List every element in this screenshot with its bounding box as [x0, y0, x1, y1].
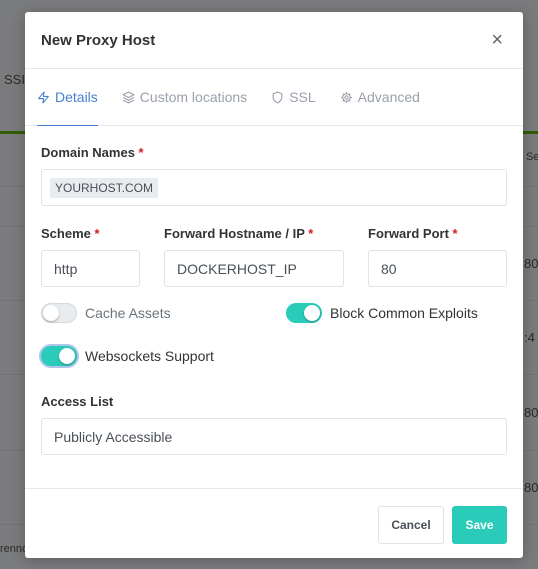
cache-assets-toggle[interactable]	[41, 303, 77, 323]
tab-custom-locations[interactable]: Custom locations	[122, 69, 247, 126]
access-list-label: Access List	[41, 394, 114, 409]
tab-label: Details	[55, 89, 98, 105]
websockets-toggle[interactable]	[41, 346, 77, 366]
required-mark: *	[452, 226, 458, 241]
required-mark: *	[308, 226, 314, 241]
tab-ssl[interactable]: SSL	[271, 69, 316, 126]
tab-advanced[interactable]: Advanced	[340, 69, 420, 126]
lightning-icon	[38, 91, 49, 103]
scheme-label: Scheme *	[41, 226, 100, 241]
block-exploits-toggle[interactable]	[286, 303, 322, 323]
tab-details[interactable]: Details	[37, 69, 98, 126]
websockets-label: Websockets Support	[85, 348, 214, 364]
domain-names-label: Domain Names *	[41, 145, 144, 160]
shield-icon	[272, 91, 283, 103]
cancel-button[interactable]: Cancel	[378, 506, 444, 544]
cache-assets-toggle-row[interactable]: Cache Assets	[41, 303, 171, 323]
forward-hostname-label: Forward Hostname / IP *	[164, 226, 314, 241]
domain-names-input[interactable]: YOURHOST.COM	[41, 169, 507, 206]
websockets-toggle-row[interactable]: Websockets Support	[41, 346, 214, 366]
required-mark: *	[138, 145, 144, 160]
access-list-select[interactable]: Publicly Accessible	[41, 418, 507, 455]
tab-label: SSL	[289, 89, 316, 105]
block-exploits-label: Block Common Exploits	[330, 305, 478, 321]
details-form: Domain Names * YOURHOST.COM Scheme * htt…	[25, 126, 523, 488]
forward-hostname-input[interactable]: DOCKERHOST_IP	[164, 250, 344, 287]
cache-assets-label: Cache Assets	[85, 305, 171, 321]
required-mark: *	[94, 226, 100, 241]
modal-title: New Proxy Host	[41, 31, 156, 49]
layers-icon	[122, 91, 135, 103]
modal-footer: Cancel Save	[25, 488, 523, 558]
tab-label: Advanced	[357, 89, 420, 105]
tab-bar: Details Custom locations SSL Advanced	[25, 69, 523, 126]
forward-port-input[interactable]: 80	[368, 250, 507, 287]
domain-chip[interactable]: YOURHOST.COM	[50, 177, 159, 198]
access-list-value: Publicly Accessible	[54, 428, 173, 445]
block-exploits-toggle-row[interactable]: Block Common Exploits	[286, 303, 478, 323]
forward-port-label: Forward Port *	[368, 226, 458, 241]
new-proxy-host-dialog: New Proxy Host × Details Custom location…	[25, 12, 523, 558]
forward-port-value: 80	[381, 260, 397, 277]
forward-hostname-value: DOCKERHOST_IP	[177, 260, 297, 277]
tab-label: Custom locations	[139, 89, 248, 105]
scheme-value: http	[54, 260, 78, 277]
scheme-select[interactable]: http	[41, 250, 140, 287]
close-icon[interactable]: ×	[491, 30, 503, 50]
gear-icon	[340, 91, 352, 103]
save-button[interactable]: Save	[452, 506, 507, 544]
modal-header: New Proxy Host ×	[25, 12, 523, 69]
